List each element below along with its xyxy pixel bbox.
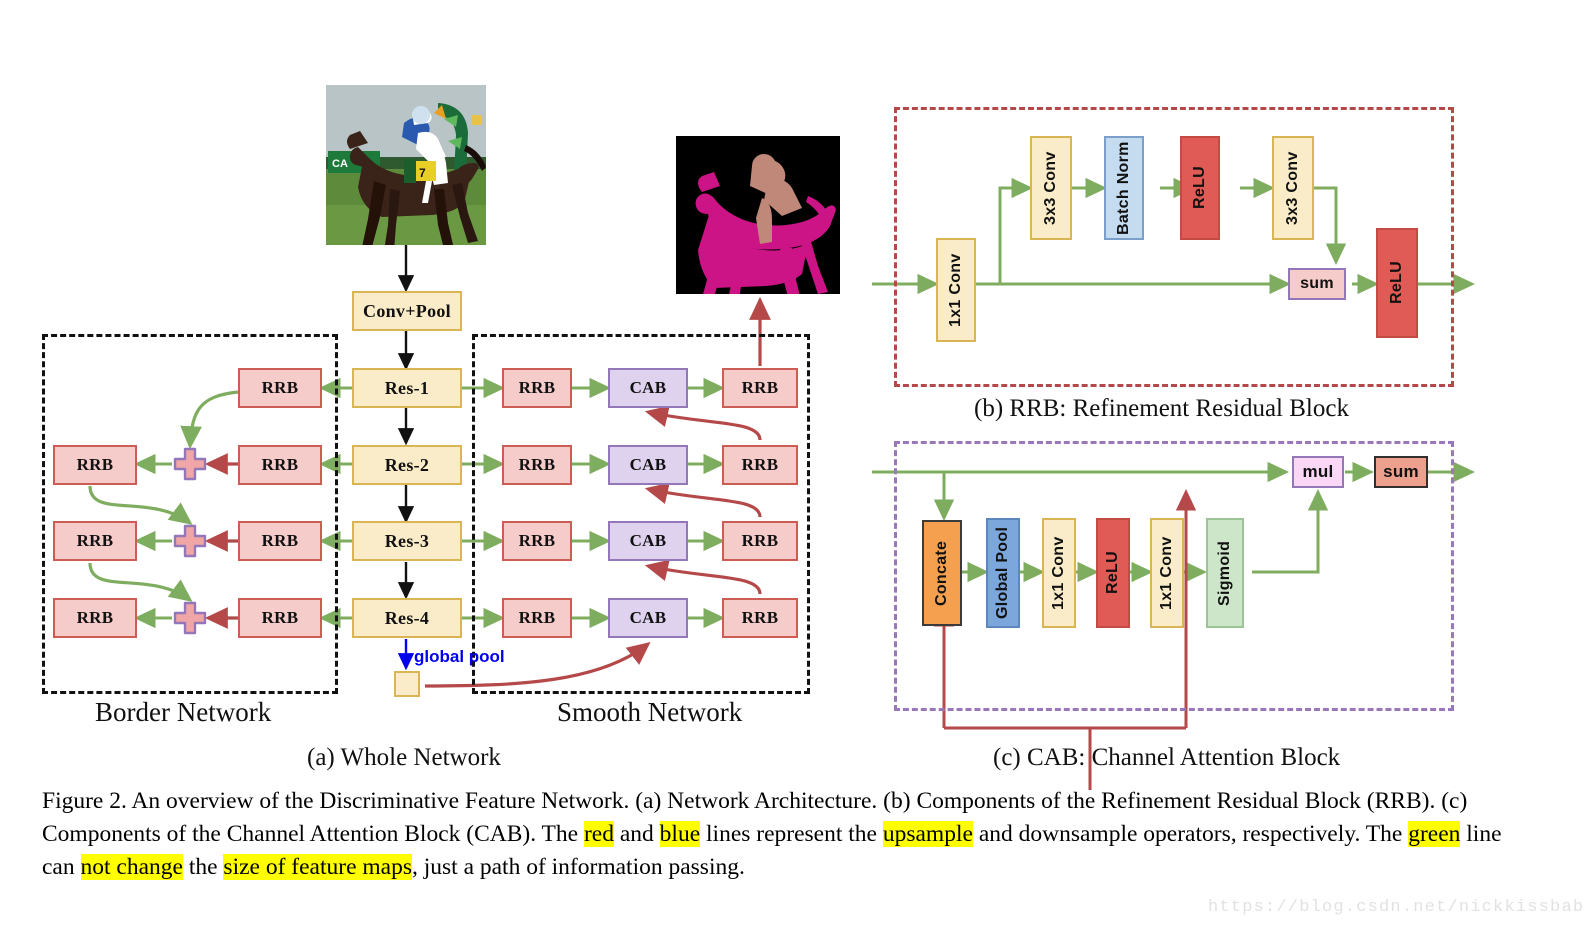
c-block-1x1-conv-2[interactable]: 1x1 Conv bbox=[1150, 518, 1184, 628]
b-block-3x3-conv-2[interactable]: 3x3 Conv bbox=[1272, 136, 1314, 240]
svg-text:7: 7 bbox=[419, 166, 426, 180]
border-rrb-outer-3[interactable]: RRB bbox=[53, 598, 137, 638]
global-pool-node[interactable] bbox=[394, 671, 420, 697]
smooth-rrb-out-4[interactable]: RRB bbox=[722, 598, 798, 638]
border-rrb-inner-1[interactable]: RRB bbox=[238, 368, 322, 408]
panel-b-group bbox=[894, 107, 1454, 387]
block-res-3[interactable]: Res-3 bbox=[352, 521, 462, 561]
border-sum-node-3[interactable] bbox=[172, 600, 208, 641]
caption-highlight: green bbox=[1408, 821, 1461, 847]
smooth-cab-2[interactable]: CAB bbox=[608, 445, 688, 485]
panel-c-sub-caption: (c) CAB: Channel Attention Block bbox=[993, 744, 1341, 771]
panel-b-sub-caption: (b) RRB: Refinement Residual Block bbox=[974, 395, 1349, 422]
smooth-rrb-in-1[interactable]: RRB bbox=[502, 368, 572, 408]
panel-a-sub-caption: (a) Whole Network bbox=[307, 744, 501, 771]
caption-highlight: upsample bbox=[882, 821, 973, 847]
smooth-cab-3[interactable]: CAB bbox=[608, 521, 688, 561]
smooth-rrb-in-4[interactable]: RRB bbox=[502, 598, 572, 638]
watermark: https://blog.csdn.net/nickkissbaby_ bbox=[1208, 898, 1584, 917]
b-block-sum[interactable]: sum bbox=[1288, 268, 1346, 300]
border-network-label: Border Network bbox=[95, 697, 272, 727]
c-block-sigmoid[interactable]: Sigmoid bbox=[1206, 518, 1244, 628]
border-rrb-inner-2[interactable]: RRB bbox=[238, 445, 322, 485]
figure-caption: Figure 2. An overview of the Discriminat… bbox=[42, 788, 1502, 880]
block-conv-pool[interactable]: Conv+Pool bbox=[352, 291, 462, 331]
input-image: CA 7 bbox=[326, 85, 486, 245]
b-block-3x3-conv-1[interactable]: 3x3 Conv bbox=[1030, 136, 1072, 240]
caption-highlight: not change bbox=[80, 854, 183, 880]
smooth-rrb-out-2[interactable]: RRB bbox=[722, 445, 798, 485]
caption-highlight: blue bbox=[659, 821, 701, 847]
c-block-concate[interactable]: Concate bbox=[922, 520, 962, 626]
svg-text:CA: CA bbox=[332, 158, 348, 170]
block-res-1[interactable]: Res-1 bbox=[352, 368, 462, 408]
border-rrb-inner-3[interactable]: RRB bbox=[238, 521, 322, 561]
smooth-rrb-out-3[interactable]: RRB bbox=[722, 521, 798, 561]
figure-root: CA 7 Border Network Smooth Network (a) W… bbox=[0, 0, 1584, 938]
c-block-1x1-conv-1[interactable]: 1x1 Conv bbox=[1042, 518, 1076, 628]
b-block-1x1-conv[interactable]: 1x1 Conv bbox=[936, 238, 976, 342]
border-rrb-inner-4[interactable]: RRB bbox=[238, 598, 322, 638]
border-rrb-outer-2[interactable]: RRB bbox=[53, 521, 137, 561]
c-block-mul[interactable]: mul bbox=[1292, 456, 1344, 488]
caption-highlight: size of feature maps bbox=[223, 854, 412, 880]
block-res-4[interactable]: Res-4 bbox=[352, 598, 462, 638]
global-pool-label: global pool bbox=[414, 647, 505, 666]
smooth-rrb-out-1[interactable]: RRB bbox=[722, 368, 798, 408]
smooth-network-label: Smooth Network bbox=[557, 697, 743, 727]
smooth-rrb-in-2[interactable]: RRB bbox=[502, 445, 572, 485]
c-block-relu[interactable]: ReLU bbox=[1096, 518, 1130, 628]
border-sum-node-2[interactable] bbox=[172, 523, 208, 564]
b-block-relu-1[interactable]: ReLU bbox=[1180, 136, 1220, 240]
caption-highlight: red bbox=[583, 821, 614, 847]
b-block-relu-2[interactable]: ReLU bbox=[1376, 228, 1418, 338]
smooth-rrb-in-3[interactable]: RRB bbox=[502, 521, 572, 561]
c-block-global-pool[interactable]: Global Pool bbox=[986, 518, 1020, 628]
border-rrb-outer-1[interactable]: RRB bbox=[53, 445, 137, 485]
b-block-batch-norm[interactable]: Batch Norm bbox=[1104, 136, 1144, 240]
c-block-sum[interactable]: sum bbox=[1374, 456, 1428, 488]
block-res-2[interactable]: Res-2 bbox=[352, 445, 462, 485]
smooth-cab-4[interactable]: CAB bbox=[608, 598, 688, 638]
smooth-cab-1[interactable]: CAB bbox=[608, 368, 688, 408]
output-segmentation-image bbox=[676, 136, 840, 294]
border-sum-node-1[interactable] bbox=[172, 446, 208, 487]
